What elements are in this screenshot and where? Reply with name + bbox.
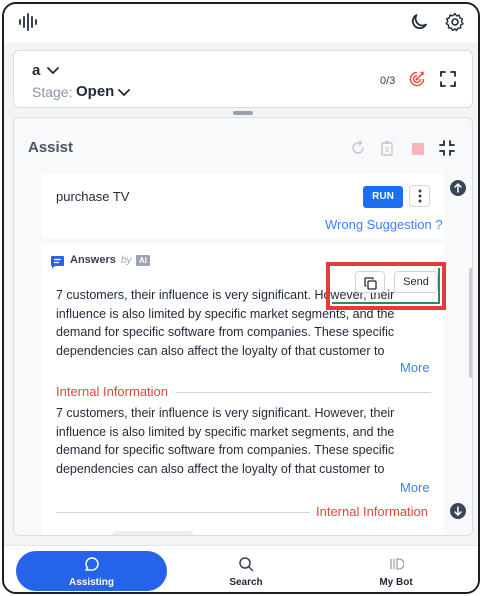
- stage-value[interactable]: Open: [76, 83, 114, 100]
- target-icon[interactable]: [408, 70, 426, 93]
- search-icon: [238, 556, 254, 577]
- top-bar: [4, 4, 478, 42]
- nav-mybot[interactable]: My Bot: [346, 551, 446, 591]
- app-window: a Stage: Open 0/3 Assist purchase TV RUN…: [2, 2, 480, 594]
- ai-badge: AI: [136, 255, 150, 266]
- scroll-up-icon[interactable]: [450, 180, 466, 196]
- collapse-icon[interactable]: [438, 139, 456, 162]
- stop-icon[interactable]: [412, 143, 424, 155]
- moon-icon[interactable]: [409, 12, 429, 37]
- divider: [56, 512, 310, 513]
- scrollbar-thumb[interactable]: [469, 268, 472, 378]
- divider: [175, 392, 431, 393]
- send-button[interactable]: Send: [394, 271, 438, 293]
- refresh-icon[interactable]: [350, 140, 366, 161]
- bottom-nav: Assisting Search My Bot: [4, 545, 478, 592]
- answers-card: Answers by AI 7 customers, their influen…: [42, 244, 446, 535]
- answers-label: Answers: [70, 254, 116, 266]
- count-badge: 0/3: [380, 75, 396, 87]
- run-button[interactable]: RUN: [363, 186, 403, 208]
- internal-information-heading: Internal Information: [56, 384, 169, 399]
- wrong-suggestion-link[interactable]: Wrong Suggestion ?: [325, 217, 443, 232]
- internal-information-heading: Internal Information: [316, 504, 429, 519]
- suggestion-text: purchase TV: [56, 189, 130, 204]
- nav-label: My Bot: [379, 577, 413, 588]
- nav-search[interactable]: Search: [196, 551, 296, 591]
- suggestion-card: purchase TV RUN Wrong Suggestion ?: [42, 174, 444, 238]
- chat-bubble-icon: [84, 556, 100, 577]
- scroll-down-icon[interactable]: [450, 503, 466, 519]
- chat-icon: [50, 255, 65, 274]
- bot-icon: [388, 556, 405, 577]
- chevron-down-icon[interactable]: [46, 63, 60, 81]
- assist-title: Assist: [28, 139, 74, 156]
- copy-icon: [364, 277, 377, 290]
- by-label: by: [121, 255, 132, 266]
- more-link[interactable]: More: [400, 360, 430, 375]
- nav-label: Search: [229, 577, 263, 588]
- record-name[interactable]: a: [32, 62, 40, 79]
- stage-label: Stage:: [32, 84, 73, 100]
- stage-card: a Stage: Open 0/3: [13, 50, 473, 108]
- more-link[interactable]: More: [400, 480, 430, 495]
- internal-text: 7 customers, their influence is very sig…: [56, 406, 395, 476]
- nav-label: Assisting: [68, 577, 114, 588]
- fullscreen-icon[interactable]: [439, 70, 457, 93]
- resize-handle[interactable]: [233, 111, 253, 115]
- loading-placeholder: [112, 531, 194, 535]
- more-options-icon[interactable]: [409, 185, 430, 207]
- waveform-icon[interactable]: [18, 13, 38, 36]
- copy-button[interactable]: [355, 271, 385, 293]
- clipboard-icon[interactable]: [380, 140, 394, 161]
- nav-assisting[interactable]: Assisting: [16, 551, 167, 591]
- gear-icon[interactable]: [445, 12, 465, 37]
- assist-panel: Assist purchase TV RUN Wrong Suggestion …: [13, 117, 473, 536]
- chevron-down-icon[interactable]: [117, 85, 131, 103]
